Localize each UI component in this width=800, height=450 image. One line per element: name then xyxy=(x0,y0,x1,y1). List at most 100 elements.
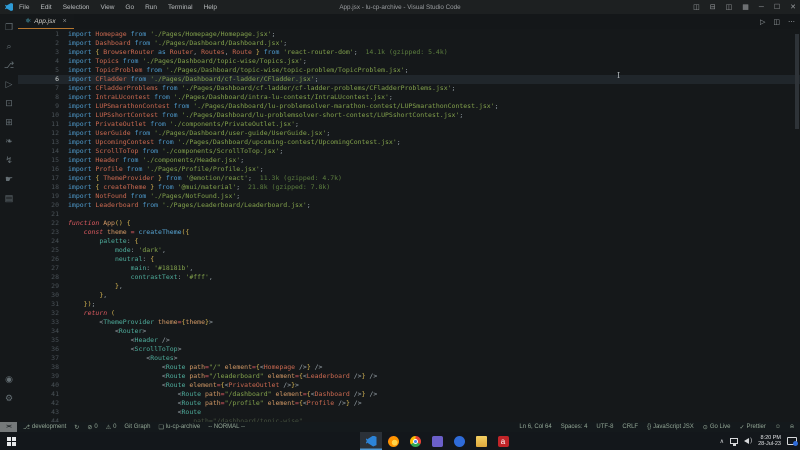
code-editor[interactable]: 1import Homepage from './Pages/Homepage/… xyxy=(18,29,800,422)
status-indentation[interactable]: Spaces: 4 xyxy=(561,424,588,430)
code-line[interactable]: 20import Leaderboard from './Pages/Leade… xyxy=(18,201,800,210)
maximize-button[interactable]: ☐ xyxy=(774,3,780,11)
status-encoding[interactable]: UTF-8 xyxy=(596,424,613,430)
code-line[interactable]: 4import Topics from './Pages/Dashboard/t… xyxy=(18,57,800,66)
tab-appjsx[interactable]: ⚛ App.jsx × xyxy=(18,14,74,29)
code-line[interactable]: 40 <Route element={<PrivateOutlet />}> xyxy=(18,381,800,390)
source-control-icon[interactable]: ⎇ xyxy=(0,56,18,75)
run-debug-icon[interactable]: ▷ xyxy=(0,75,18,94)
code-line[interactable]: 38 <Route path="/" element={<Homepage />… xyxy=(18,363,800,372)
status-notifications[interactable]: ⍾ xyxy=(790,424,794,431)
search-icon[interactable]: ⌕ xyxy=(0,37,18,56)
blue-taskbar-icon[interactable] xyxy=(448,432,470,450)
purple-taskbar-icon[interactable] xyxy=(426,432,448,450)
accounts-icon[interactable]: ◉ xyxy=(0,370,18,389)
status-git-graph[interactable]: Git Graph xyxy=(124,424,150,430)
close-button[interactable]: ✕ xyxy=(790,3,796,11)
minimize-button[interactable]: ─ xyxy=(759,4,764,11)
code-line[interactable]: 19import NotFound from './Pages/NotFound… xyxy=(18,192,800,201)
code-line[interactable]: 43 <Route xyxy=(18,408,800,417)
menu-terminal[interactable]: Terminal xyxy=(168,4,193,11)
status-eol[interactable]: CRLF xyxy=(622,424,638,430)
project-manager-icon[interactable]: ▤ xyxy=(0,189,18,208)
status-warnings[interactable]: ⚠0 xyxy=(106,424,117,431)
code-line[interactable]: 13import UpcomingContest from './Pages/D… xyxy=(18,138,800,147)
code-line[interactable]: 16import Profile from './Pages/Profile/P… xyxy=(18,165,800,174)
remote-explorer-icon[interactable]: ⊡ xyxy=(0,94,18,113)
code-line[interactable]: 42 <Route path="/profile" element={<Prof… xyxy=(18,399,800,408)
explorer-icon[interactable]: ❐ xyxy=(0,18,18,37)
code-line[interactable]: 33 <ThemeProvider theme={theme}> xyxy=(18,318,800,327)
menu-selection[interactable]: Selection xyxy=(63,4,90,11)
code-line[interactable]: 3import { BrowserRouter as Router, Route… xyxy=(18,48,800,57)
code-line[interactable]: 39 <Route path="/leaderboard" element={<… xyxy=(18,372,800,381)
code-line[interactable]: 5import TopicProblem from './Pages/Dashb… xyxy=(18,66,800,75)
status-git-branch[interactable]: ⎇development xyxy=(23,424,66,431)
status-feedback[interactable]: ☺ xyxy=(775,424,781,430)
code-line[interactable]: 37 <Routes> xyxy=(18,354,800,363)
code-line[interactable]: 11import PrivateOutlet from './component… xyxy=(18,120,800,129)
settings-icon[interactable]: ⚙ xyxy=(0,389,18,408)
menu-edit[interactable]: Edit xyxy=(40,4,51,11)
status-prettier[interactable]: ✓Prettier xyxy=(740,424,766,431)
run-file-icon[interactable]: ▷ xyxy=(760,18,765,26)
menu-view[interactable]: View xyxy=(100,4,114,11)
split-editor-icon[interactable]: ◫ xyxy=(773,18,780,26)
status-cursor-position[interactable]: Ln 6, Col 64 xyxy=(519,424,551,430)
more-actions-icon[interactable]: ⋯ xyxy=(788,18,795,26)
volume-icon[interactable]: ) xyxy=(744,438,752,444)
code-line[interactable]: 14import ScrollToTop from './components/… xyxy=(18,147,800,156)
taskbar-clock[interactable]: 8:20 PM 28-Jul-23 xyxy=(758,435,781,448)
code-line[interactable]: 29 }, xyxy=(18,282,800,291)
network-icon[interactable] xyxy=(730,438,738,444)
tab-close-icon[interactable]: × xyxy=(63,18,67,25)
status-go-live[interactable]: ⊙Go Live xyxy=(703,424,731,431)
start-button[interactable] xyxy=(0,432,22,450)
code-line[interactable]: 17import { ThemeProvider } from '@emotio… xyxy=(18,174,800,183)
code-line[interactable]: 22function App() { xyxy=(18,219,800,228)
menu-help[interactable]: Help xyxy=(204,4,217,11)
code-line[interactable]: 41 <Route path="/dashboard" element={<Da… xyxy=(18,390,800,399)
folder-taskbar-icon[interactable] xyxy=(470,432,492,450)
status-sync[interactable]: ↻ xyxy=(74,424,79,431)
status-vim-mode[interactable]: -- NORMAL -- xyxy=(208,424,245,430)
code-line[interactable]: 10import LUPSshortContest from './Pages/… xyxy=(18,111,800,120)
code-line[interactable]: 31 }); xyxy=(18,300,800,309)
toggle-panel-icon[interactable]: ⊟ xyxy=(710,3,716,11)
toggle-sidebar-icon[interactable]: ◫ xyxy=(693,3,700,11)
remote-indicator[interactable]: >< xyxy=(0,422,17,432)
code-line[interactable]: 21 xyxy=(18,210,800,219)
code-line[interactable]: 18import { createTheme } from '@mui/mate… xyxy=(18,183,800,192)
extensions-icon[interactable]: ⊞ xyxy=(0,113,18,132)
vscode-taskbar-icon[interactable] xyxy=(360,432,382,450)
hidden-icons-chevron[interactable]: ∧ xyxy=(720,438,724,445)
code-line[interactable]: 15import Header from './components/Heade… xyxy=(18,156,800,165)
live-share-icon[interactable]: ☛ xyxy=(0,170,18,189)
code-line[interactable]: 8import IntraLUcontest from './Pages/Das… xyxy=(18,93,800,102)
toggle-secondary-sidebar-icon[interactable]: ◫ xyxy=(726,3,733,11)
status-workspace[interactable]: ❑lu-cp-archive xyxy=(158,424,200,431)
status-language-mode[interactable]: {}JavaScript JSX xyxy=(647,424,694,430)
menu-run[interactable]: Run xyxy=(145,4,157,11)
status-errors[interactable]: ⊘0 xyxy=(87,424,97,431)
code-line[interactable]: 27 main: '#18181b', xyxy=(18,264,800,273)
code-line[interactable]: 25 mode: 'dark', xyxy=(18,246,800,255)
customize-layout-icon[interactable]: ▦ xyxy=(742,3,749,11)
code-line[interactable]: 23 const theme = createTheme({ xyxy=(18,228,800,237)
code-line[interactable]: 6import CFladder from './Pages/Dashboard… xyxy=(18,75,800,84)
code-line[interactable]: 34 <Router> xyxy=(18,327,800,336)
menu-file[interactable]: File xyxy=(19,4,29,11)
code-line[interactable]: 12import UserGuide from './Pages/Dashboa… xyxy=(18,129,800,138)
code-line[interactable]: 30 }, xyxy=(18,291,800,300)
code-line[interactable]: 36 <ScrollToTop> xyxy=(18,345,800,354)
action-center-icon[interactable] xyxy=(787,437,797,445)
mongodb-icon[interactable]: ❧ xyxy=(0,132,18,151)
code-line[interactable]: 35 <Header /> xyxy=(18,336,800,345)
chrome-taskbar-icon[interactable] xyxy=(404,432,426,450)
amd-taskbar-icon[interactable]: a xyxy=(492,432,514,450)
menu-go[interactable]: Go xyxy=(125,4,134,11)
code-line[interactable]: 1import Homepage from './Pages/Homepage/… xyxy=(18,30,800,39)
code-line[interactable]: 26 neutral: { xyxy=(18,255,800,264)
code-line[interactable]: 7import CFladderProblems from './Pages/D… xyxy=(18,84,800,93)
code-line[interactable]: 2import Dashboard from './Pages/Dashboar… xyxy=(18,39,800,48)
